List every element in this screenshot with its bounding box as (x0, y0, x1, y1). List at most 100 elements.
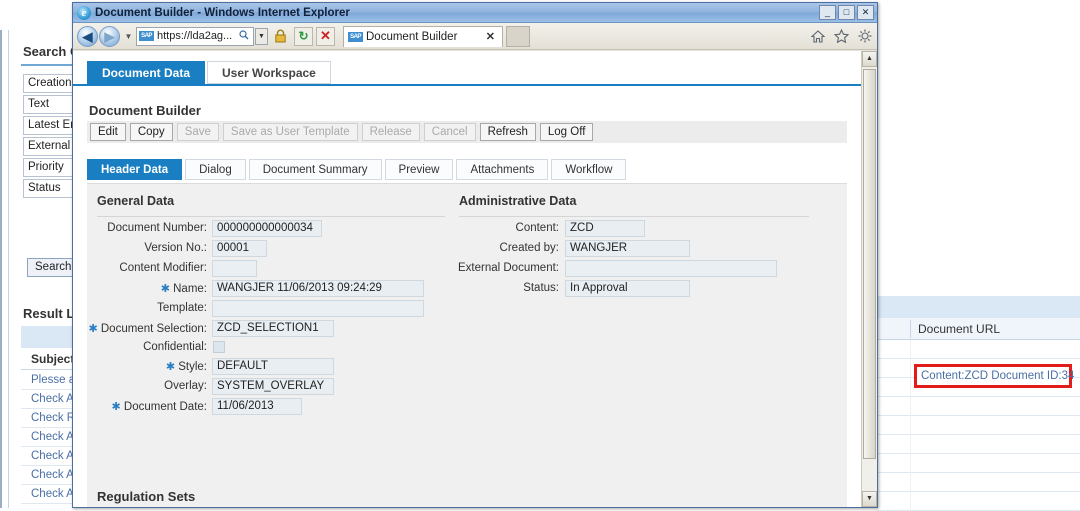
input-version-no[interactable]: 00001 (212, 240, 267, 257)
header-tabstrip: Header Data Dialog Document Summary Prev… (87, 159, 626, 180)
section-heading-regulation-sets: Regulation Sets (97, 489, 195, 504)
input-created-by[interactable]: WANGJER (565, 240, 690, 257)
input-template[interactable] (212, 300, 424, 317)
chevron-down-icon[interactable]: ▼ (255, 28, 268, 45)
label-style-text: Style: (178, 361, 207, 373)
table-row[interactable] (876, 340, 1080, 359)
edit-button[interactable]: Edit (90, 123, 126, 141)
label-content: Content: (459, 222, 559, 234)
input-name[interactable]: WANGJER 11/06/2013 09:24:29 (212, 280, 424, 297)
tab-workflow[interactable]: Workflow (551, 159, 626, 180)
checkbox-confidential[interactable] (213, 341, 225, 353)
back-button[interactable]: ◀ (77, 26, 98, 47)
window-controls: _ □ ✕ (819, 5, 874, 20)
maximize-button[interactable]: □ (838, 5, 855, 20)
table-row[interactable] (876, 473, 1080, 492)
forward-button[interactable]: ▶ (99, 26, 120, 47)
input-status[interactable]: In Approval (565, 280, 690, 297)
section-heading-administrative-data: Administrative Data (459, 194, 576, 208)
internet-explorer-icon: e (77, 6, 91, 20)
settings-gear-icon[interactable] (858, 29, 872, 43)
row-divider (910, 416, 911, 435)
input-document-date[interactable]: 11/06/2013 (212, 398, 302, 415)
tab-document-data[interactable]: Document Data (87, 61, 205, 84)
refresh-icon[interactable]: ↻ (294, 27, 313, 46)
browser-tab-document-builder[interactable]: SAP Document Builder ✕ (343, 26, 503, 47)
favorites-icon[interactable] (834, 29, 849, 43)
window-titlebar[interactable]: e Document Builder - Windows Internet Ex… (73, 3, 877, 23)
table-row[interactable] (876, 454, 1080, 473)
row-divider (910, 378, 911, 397)
right-table-toolbar-band (876, 296, 1080, 318)
tab-favicon-icon: SAP (348, 32, 363, 42)
row-divider (910, 397, 911, 416)
tab-attachments[interactable]: Attachments (456, 159, 548, 180)
input-content-modifier[interactable] (212, 260, 257, 277)
input-overlay[interactable]: SYSTEM_OVERLAY (212, 378, 334, 395)
header-data-form: General Data Document Number: 0000000000… (87, 183, 847, 507)
address-bar-url: https://lda2ag... (157, 30, 237, 42)
label-document-date: ✱ Document Date: (97, 400, 207, 413)
close-button[interactable]: ✕ (857, 5, 874, 20)
browser-navigation-bar: ◀ ▶ ▼ SAP https://lda2ag... ▼ ↻ ✕ SAP Do… (73, 23, 877, 50)
table-row[interactable] (876, 435, 1080, 454)
close-icon[interactable]: ✕ (483, 30, 498, 43)
browser-tab-label: Document Builder (366, 31, 483, 43)
label-name-text: Name: (173, 283, 207, 295)
scroll-down-arrow-icon[interactable]: ▼ (862, 491, 877, 507)
table-row[interactable] (876, 397, 1080, 416)
row-divider (910, 359, 911, 378)
scroll-up-arrow-icon[interactable]: ▲ (862, 51, 877, 67)
label-document-number: Document Number: (97, 222, 207, 234)
label-name: ✱ Name: (97, 282, 207, 295)
required-marker-icon: ✱ (161, 283, 170, 295)
browser-content-area: Document Data User Workspace Document Bu… (73, 51, 877, 507)
tab-dialog[interactable]: Dialog (185, 159, 246, 180)
tab-header-data[interactable]: Header Data (87, 159, 182, 180)
window-title: Document Builder - Windows Internet Expl… (95, 7, 350, 19)
lock-icon (272, 27, 289, 46)
history-dropdown-icon[interactable]: ▼ (123, 32, 134, 41)
highlighted-document-url-cell[interactable]: Content:ZCD Document ID:34 (914, 364, 1072, 388)
column-header-document-url: Document URL (918, 322, 1000, 336)
scrollbar-thumb[interactable] (863, 69, 876, 459)
label-document-selection-text: Document Selection: (101, 323, 207, 335)
input-external-document[interactable] (565, 260, 777, 277)
label-style: ✱ Style: (97, 360, 207, 373)
row-divider (910, 435, 911, 454)
label-overlay: Overlay: (97, 380, 207, 392)
administrative-data-rule (459, 216, 809, 217)
copy-button[interactable]: Copy (130, 123, 173, 141)
input-document-selection[interactable]: ZCD_SELECTION1 (212, 320, 334, 337)
save-button: Save (177, 123, 219, 141)
tab-user-workspace[interactable]: User Workspace (207, 61, 331, 84)
header-divider (910, 320, 911, 338)
refresh-button[interactable]: Refresh (480, 123, 536, 141)
vertical-scrollbar[interactable]: ▲ ▼ (861, 51, 877, 507)
general-data-rule (97, 216, 445, 217)
address-bar[interactable]: SAP https://lda2ag... (136, 27, 254, 46)
label-external-document: External Document: (449, 262, 559, 274)
table-row[interactable] (876, 492, 1080, 511)
new-tab-button[interactable] (506, 26, 530, 47)
label-created-by: Created by: (459, 242, 559, 254)
input-style[interactable]: DEFAULT (212, 358, 334, 375)
tab-preview[interactable]: Preview (385, 159, 454, 180)
right-table-header: Document URL (876, 318, 1080, 340)
tab-document-summary[interactable]: Document Summary (249, 159, 382, 180)
internet-explorer-window: e Document Builder - Windows Internet Ex… (72, 2, 878, 508)
label-document-selection: ✱ Document Selection: (87, 322, 207, 335)
label-document-date-text: Document Date: (124, 401, 207, 413)
action-toolbar: Edit Copy Save Save as User Template Rel… (87, 121, 847, 143)
home-icon[interactable] (811, 30, 825, 43)
minimize-button[interactable]: _ (819, 5, 836, 20)
log-off-button[interactable]: Log Off (540, 123, 594, 141)
input-content[interactable]: ZCD (565, 220, 645, 237)
input-document-number[interactable]: 000000000000034 (212, 220, 322, 237)
row-divider (910, 454, 911, 473)
stop-icon[interactable]: ✕ (316, 27, 335, 46)
table-row[interactable] (876, 416, 1080, 435)
tabstrip-underline (73, 84, 861, 86)
page-title: Document Builder (89, 103, 201, 118)
search-icon[interactable] (239, 30, 249, 43)
